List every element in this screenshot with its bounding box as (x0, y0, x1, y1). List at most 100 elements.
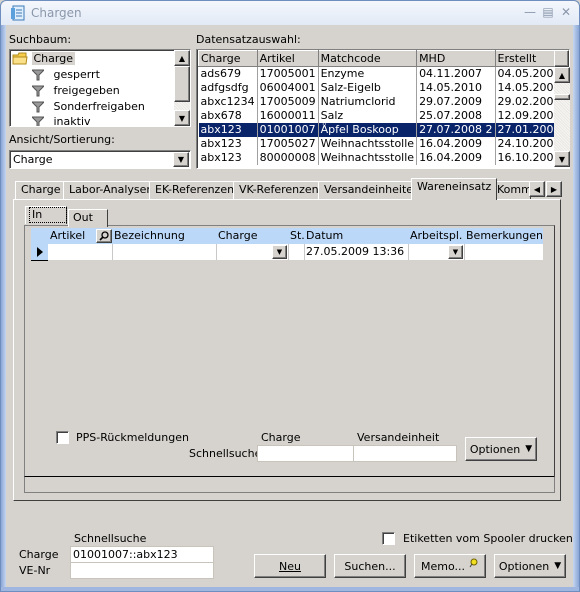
tree-item-label: Sonderfreigaben (53, 100, 145, 113)
funnel-icon (32, 69, 44, 81)
funnel-icon (32, 116, 44, 126)
column-header-mhd[interactable]: MHD (416, 50, 496, 67)
tree-item-charge[interactable]: Charge (12, 51, 75, 67)
record-grid[interactable]: Charge Artikel Matchcode MHD Erstellt ad… (198, 50, 554, 167)
close-icon[interactable]: ✕ (559, 5, 573, 19)
search-button[interactable]: Suchen... (334, 554, 406, 578)
new-button[interactable]: Neu (254, 554, 326, 578)
record-row[interactable]: abxc1234 17005009 Natriumclorid 29.07.2009 2… (198, 95, 554, 109)
cell-mhd: 14.05.2010 (416, 81, 496, 95)
footer-charge-input[interactable]: 01001007::abx123 (70, 546, 214, 563)
cell-artikel: 01001007 (257, 123, 319, 137)
tab-wareneinsatz[interactable]: Wareneinsatz (411, 178, 498, 200)
tree-item-inaktiv[interactable]: inaktiv (32, 114, 91, 126)
tree-item-label: Charge (31, 52, 75, 65)
search-tree-label: Suchbaum: (9, 33, 72, 46)
inner-options-button[interactable]: Optionen ▼ (465, 437, 537, 461)
record-row[interactable]: abx123 01001007 Äpfel Boskoop 27.07.2008 22… (198, 123, 554, 137)
tree-item-gesperrt[interactable]: gesperrt (32, 67, 100, 83)
column-header-artikel[interactable]: Artikel (256, 50, 319, 67)
grid-corner-header (554, 50, 569, 67)
cell-charge: abxc1234 (198, 95, 258, 109)
cell-erstellt: 24.10.2007 2 (495, 137, 554, 151)
column-header-arbeitsplatz[interactable]: Arbeitspl. (409, 228, 465, 244)
subtab-out[interactable]: Out (68, 209, 108, 227)
quick-search-charge-label: Charge (261, 431, 301, 444)
window-frame-right (573, 25, 579, 591)
cell-matchcode: Weihnachtsstolle (318, 151, 418, 165)
footer-ve-input[interactable] (70, 562, 214, 579)
quick-search-charge-input[interactable] (257, 445, 354, 462)
cell-matchcode: Natriumclorid (318, 95, 418, 109)
footer-ve-label: VE-Nr (19, 564, 51, 577)
column-header-charge[interactable]: Charge (217, 228, 289, 244)
row-pointer-icon (37, 247, 43, 257)
options-button[interactable]: Optionen ▼ (494, 554, 566, 578)
funnel-icon (32, 101, 44, 113)
column-header-bemerkungen[interactable]: Bemerkungen (465, 228, 543, 244)
chevron-down-icon[interactable]: ▼ (173, 152, 189, 167)
column-header-status[interactable]: St. (289, 228, 305, 244)
scroll-thumb[interactable] (174, 66, 190, 102)
record-row[interactable]: abx67816000011Salz25.07.200812.09.2007 1 (198, 109, 554, 123)
minimize-icon[interactable]: — (523, 5, 537, 19)
cell-bemerkungen[interactable] (465, 244, 543, 260)
record-selection-label: Datensatzauswahl: (196, 33, 301, 46)
scroll-up-icon[interactable]: ▲ (174, 50, 190, 66)
cell-erstellt: 12.09.2007 1 (495, 109, 554, 123)
cell-artikel: 80000008 (257, 151, 319, 165)
memo-button[interactable]: Memo... (414, 554, 486, 578)
cell-status[interactable] (289, 244, 305, 260)
tree-item-sonderfreigaben[interactable]: Sonderfreigaben (32, 99, 145, 115)
list-document-icon (11, 5, 25, 21)
column-header-datum[interactable]: Datum (305, 228, 409, 244)
chevron-down-icon[interactable]: ▼ (272, 245, 287, 259)
dropdown-arrow-icon: ▼ (525, 444, 533, 454)
chevron-down-icon[interactable]: ▼ (448, 245, 463, 259)
scroll-up-icon[interactable]: ▲ (554, 67, 570, 83)
tab-charge[interactable]: Charge (15, 181, 67, 199)
column-header-bezeichnung[interactable]: Bezeichnung (113, 228, 217, 244)
scroll-down-icon[interactable]: ▼ (554, 151, 570, 167)
cell-datum[interactable]: 27.05.2009 13:36 (305, 244, 409, 260)
cell-charge: abx123 (198, 123, 258, 137)
quick-search-ve-input[interactable] (353, 445, 457, 462)
view-sort-select[interactable]: Charge ▼ (9, 150, 191, 169)
maximize-icon[interactable]: ▤ (541, 5, 555, 19)
tab-scroll-right-icon[interactable]: ▶ (546, 181, 562, 197)
tab-scroll-left-icon[interactable]: ◀ (529, 181, 545, 197)
folder-icon (12, 52, 28, 65)
search-icon[interactable] (96, 229, 112, 243)
cell-bezeichnung[interactable] (113, 244, 217, 260)
funnel-icon (32, 85, 44, 97)
column-header-charge[interactable]: Charge (198, 50, 258, 67)
tree-scrollbar[interactable]: ▲ ▼ (174, 50, 190, 126)
view-sort-label: Ansicht/Sortierung: (9, 133, 115, 146)
cell-artikel[interactable] (48, 244, 113, 260)
pps-checkbox[interactable] (56, 431, 69, 444)
column-header-matchcode[interactable]: Matchcode (317, 50, 418, 67)
tab-ek-referenzen[interactable]: EK-Referenzen (149, 181, 241, 199)
cell-charge[interactable]: ▼ (217, 244, 289, 260)
search-tree[interactable]: Charge gesperrt freigegeben Sonderfreiga… (9, 49, 191, 127)
title-bar[interactable]: Chargen — ▤ ✕ (1, 1, 579, 25)
tab-versandeinheiten[interactable]: Versandeinheiten (318, 181, 427, 199)
record-row[interactable]: abx123 80000008 Weihnachtsstolle 16.04.2009… (198, 151, 554, 165)
cell-matchcode: Äpfel Boskoop (318, 123, 418, 137)
scroll-down-icon[interactable]: ▼ (174, 110, 190, 126)
cell-arbeitsplatz[interactable]: ▼ (409, 244, 465, 260)
record-grid-scrollbar[interactable]: ▲ ▼ (554, 67, 570, 167)
cell-matchcode: Weihnachtsstolle (318, 137, 418, 151)
spooler-checkbox[interactable] (382, 532, 395, 545)
subtab-in[interactable]: In (25, 206, 67, 224)
column-header-erstellt[interactable]: Erstellt (494, 50, 554, 67)
tree-item-freigegeben[interactable]: freigegeben (32, 83, 120, 99)
tab-vk-referenzen[interactable]: VK-Referenzen (233, 181, 325, 199)
record-row[interactable]: ads67917005001Enzyme04.11.200704.05.2007… (198, 66, 554, 81)
pps-checkbox-label: PPS-Rückmeldungen (76, 431, 189, 444)
record-row[interactable]: abx123 17005027 Weihnachtsstolle 16.04.2009… (198, 137, 554, 151)
tab-labor-analysen[interactable]: Labor-Analysen (63, 181, 160, 199)
record-row[interactable]: adfgsdfg 06004001 Salz-Eigelb 14.05.2010 14.… (198, 81, 554, 95)
scroll-thumb[interactable] (554, 94, 570, 100)
current-row-indicator[interactable] (31, 244, 48, 261)
